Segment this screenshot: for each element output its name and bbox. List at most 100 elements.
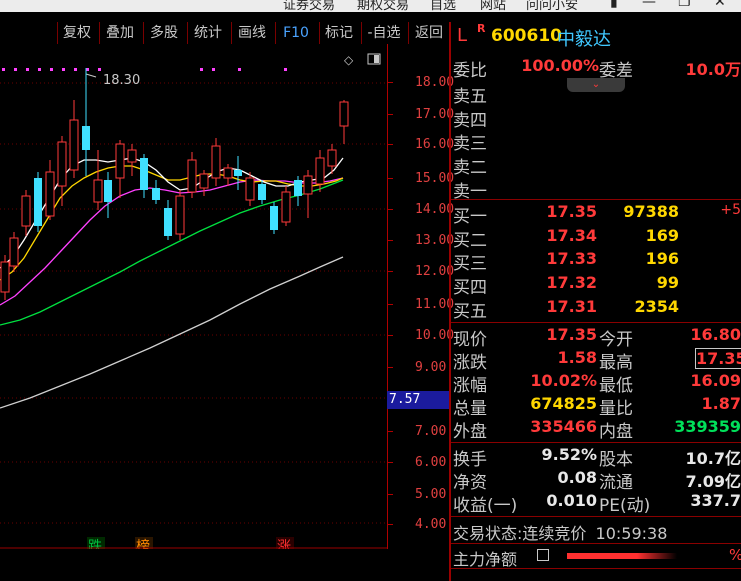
buy5-price: 17.31 [546,297,597,316]
buy1-volume: 97388 [623,202,679,221]
share-cap-label: 股本 [599,450,633,470]
tick-4: 4.00 [415,517,447,532]
buy5-label: 买五 [453,302,487,322]
signal-dots [2,68,287,71]
sell-row-1: 卖一 [453,177,741,202]
draw-line-button[interactable]: 画线 [231,22,272,44]
row-earnings: 收益(一) 0.010 PE(动) 337.7 [453,491,741,516]
sell-row-3: 卖三 [453,129,741,154]
volume-value: 674825 [530,394,597,413]
buy3-price: 17.33 [546,249,597,268]
chart-toolbar: 复权 叠加 多股 统计 画线 F10 标记 -自选 返回 [0,22,449,44]
status-label: 交易状态: [453,524,523,543]
status-time: 10:59:38 [595,524,668,543]
price-axis: 18.00 17.00 16.00 15.00 14.00 13.00 12.0… [387,44,454,549]
buy5-volume: 2354 [634,297,679,316]
open-value: 16.80 [690,325,741,344]
weicha-value: 10.0万 [685,60,741,79]
buy2-label: 买二 [453,231,487,251]
menu-ask-xiaoan[interactable]: 问问小安 [526,0,578,12]
trade-status: 交易状态:连续竞价 10:59:38 [453,520,667,544]
high-label: 18.30 [103,73,140,88]
row-turnover: 换手 9.52% 股本 10.7亿 [453,445,741,470]
buy2-volume: 169 [645,226,679,245]
buy4-price: 17.32 [546,273,597,292]
restore-icon[interactable]: ❐ [678,0,691,10]
vol-ratio-value: 1.87 [701,394,741,413]
l-flag: L [457,25,468,46]
float-label: 流通 [599,473,633,493]
buy1-label: 买一 [453,207,487,227]
buy1-change: +5 [720,202,741,218]
turnover-label: 换手 [453,450,487,470]
menu-website[interactable]: 网站 [480,0,506,12]
buy-row-5: 买五 17.31 2354 [453,297,741,322]
fuquan-button[interactable]: 复权 [57,22,96,44]
back-button[interactable]: 返回 [408,22,449,44]
weibi-value: 100.00% [521,56,599,75]
menu-watchlist[interactable]: 自选 [430,0,456,12]
low-value: 16.09 [690,371,741,390]
turnover-value: 9.52% [541,445,597,464]
weibi-label: 委比 [453,61,487,81]
close-icon[interactable]: ✕ [714,0,726,10]
divider-quote-stats [451,442,741,443]
row-netasset: 净资 0.08 流通 7.09亿 [453,468,741,493]
f10-button[interactable]: F10 [275,22,316,44]
earnings-label: 收益(一) [453,496,518,516]
marker-bang[interactable]: 榜 [136,538,150,549]
weibi-row: 委比 100.00% 委差 10.0万 [453,56,741,81]
low-label: 最低 [599,376,633,396]
kline-chart[interactable]: 18.30 ◇ 跌 榜 涨 [0,44,387,549]
buy-row-2: 买二 17.34 169 [453,226,741,251]
sell3-label: 卖三 [453,134,487,154]
pin-icon[interactable]: ▮ [610,0,618,10]
tick-7: 7.00 [415,424,447,439]
row-pct: 涨幅 10.02% 最低 16.09 [453,371,741,396]
buy4-label: 买四 [453,278,487,298]
main-flow-label: 主力净额 [453,550,518,569]
high-annotation-line [85,73,97,78]
tick-6: 6.00 [415,455,447,470]
sell-row-2: 卖二 [453,153,741,178]
sell5-label: 卖五 [453,87,487,107]
overlay-button[interactable]: 叠加 [99,22,140,44]
buy-row-4: 买四 17.32 99 [453,273,741,298]
tick-9: 9.00 [415,360,447,375]
earnings-value: 0.010 [546,491,597,510]
system-menu-bar: 证券交易 期权交易 自选 网站 问问小安 ▮ — ❐ ✕ [0,0,741,12]
vol-ratio-label: 量比 [599,399,633,419]
mark-button[interactable]: 标记 [319,22,358,44]
pct-value: 10.02% [530,371,597,390]
outer-value: 335466 [530,417,597,436]
diamond-icon[interactable]: ◇ [344,53,354,67]
change-label: 涨跌 [453,353,487,373]
sell2-label: 卖二 [453,158,487,178]
current-price-tag: 7.57 [387,391,449,409]
net-asset-label: 净资 [453,473,487,493]
net-asset-value: 0.08 [557,468,597,487]
row-volume: 总量 674825 量比 1.87 [453,394,741,419]
row-change: 涨跌 1.58 最高 17.35 [453,348,741,373]
pe-label: PE(动) [599,496,651,516]
multi-stock-button[interactable]: 多股 [143,22,184,44]
outer-label: 外盘 [453,422,487,442]
statistics-button[interactable]: 统计 [187,22,228,44]
minimize-icon[interactable]: — [642,0,656,10]
price-label: 现价 [453,330,487,350]
menu-securities-trade[interactable]: 证券交易 [283,0,335,12]
main-flow-pct: % [729,546,741,564]
divider-stats-status [451,516,741,517]
sell-row-5: 卖五 [453,82,741,107]
pct-label: 涨幅 [453,376,487,396]
buy3-volume: 196 [645,249,679,268]
change-value: 1.58 [557,348,597,367]
remove-watchlist-button[interactable]: -自选 [361,22,406,44]
open-label: 今开 [599,330,633,350]
candles [0,68,349,300]
menu-options-trade[interactable]: 期权交易 [357,0,409,12]
divider-status-flow [451,543,741,544]
list-icon[interactable] [537,549,549,561]
divider-buy-quote [451,322,741,323]
stock-name[interactable]: 中毅达 [557,25,611,51]
